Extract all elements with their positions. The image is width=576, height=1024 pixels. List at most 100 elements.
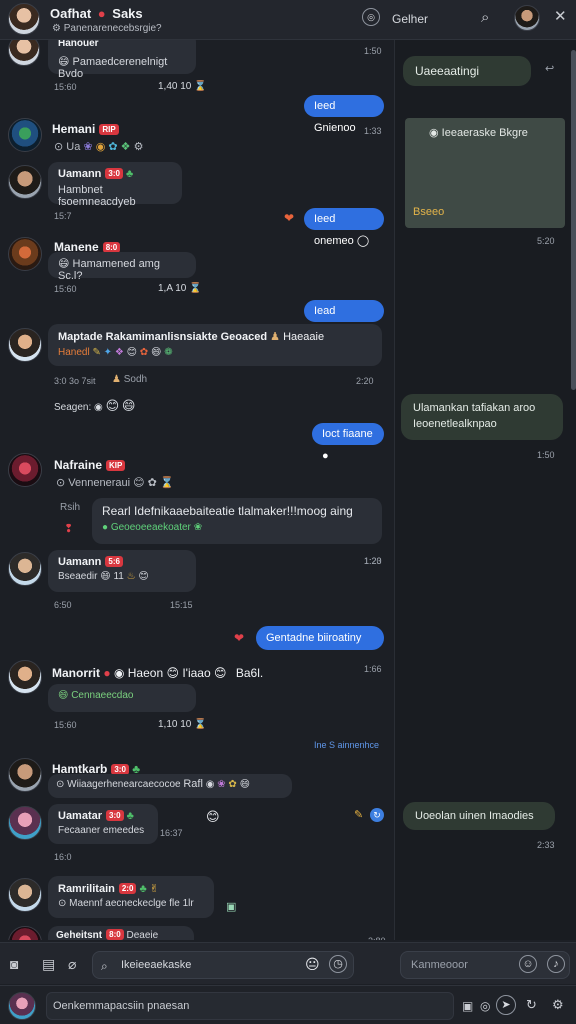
message-bubble[interactable]: Uamatar 3:0 ♣ Fecaaner emeedes [48, 804, 158, 844]
record-icon: ● [100, 666, 111, 680]
sender-name: Hemani RIP [52, 122, 119, 136]
send-icon[interactable]: ➤ [496, 995, 516, 1015]
emoji-count: 11 [113, 571, 124, 582]
record-icon: ● [97, 6, 106, 21]
message-content: Hambnet fsoemneacdyeb [58, 184, 136, 208]
timestamp-right: 2:20 [356, 376, 374, 386]
thread-bubble[interactable]: Ulamankan tafiakan aroo Ieoenetlealknpao [401, 394, 563, 440]
sender-name: Hanouer [58, 40, 99, 49]
heart-icon: ❤ [284, 211, 295, 225]
gif-icon[interactable]: ▣ [462, 998, 473, 1014]
emoji-icon: ❀ [83, 141, 93, 153]
refresh-icon[interactable]: ↻ [370, 808, 384, 822]
timestamp: 15:60 [54, 82, 77, 92]
read-count-text: 1,40 10 [158, 81, 192, 92]
outgoing-text: Ieed onemeo [314, 213, 354, 247]
message-bubble[interactable]: ⊙ Wiiaagerhenearcaecocoe Rafl ◉ ❀ ✿ 😄 [48, 774, 292, 798]
person-icon: ♟ [270, 331, 281, 343]
sender-extra: Haeaaie [283, 331, 325, 343]
avatar [8, 878, 42, 912]
thread-card[interactable]: ◉ Ieeaeraske Bkgre Bseeo [405, 118, 565, 228]
avatar [8, 453, 42, 487]
timestamp: 3:0 3o 7sit [54, 376, 96, 386]
scrollbar[interactable] [571, 50, 576, 390]
close-icon[interactable]: ✕ [554, 9, 567, 25]
attach-icon[interactable]: ⌀ [68, 956, 76, 972]
emoji-icon: ✿ [108, 141, 118, 153]
message-text: ⊙ Maennf aecneckeclge fle 1lr [58, 898, 194, 909]
timestamp: 16:0 [54, 852, 72, 862]
emoji-icon: ◉ [95, 141, 106, 153]
timestamp-mid-text: Sodh [123, 374, 148, 385]
bottom-input[interactable]: Oenkemmapacsiin pnaesan [46, 992, 454, 1020]
reactions-row[interactable]: Seagen: ◉ 😊 😄 [54, 398, 135, 414]
sender-name-text: Ramrilitain [58, 883, 115, 895]
media-icon[interactable]: ▤ [42, 956, 55, 972]
sender-name-text: Hemani [52, 122, 96, 136]
status-icon[interactable]: ◎ [362, 8, 380, 26]
message-extra: Rafl [183, 778, 203, 790]
hourglass-icon: ⌛ [194, 719, 207, 730]
emoji-icon: 😊 [214, 666, 227, 680]
mention-icon[interactable]: ↻ [526, 997, 537, 1013]
outgoing-bubble[interactable]: Ioct fiaane ● [312, 423, 384, 462]
emoji-icon: ✎ [92, 347, 101, 358]
thread-input[interactable]: Kanmeooor ☺ ♪ [400, 951, 570, 979]
message-bubble[interactable]: 😄 Hamamened amg Sc.l? [48, 252, 196, 282]
bubble-line-1: Ulamankan tafiakan aroo [413, 402, 536, 414]
profile-avatar[interactable] [8, 3, 40, 35]
message-bubble[interactable]: Uamann 5:6 Bseaedir 😄 11 ♨ 😊 [48, 550, 196, 592]
sender-name-text: Geheitsnt [56, 930, 103, 940]
outgoing-bubble[interactable]: Ieed Gnienoo [304, 95, 384, 134]
bottom-bar: Oenkemmapacsiin pnaesan ▣ ◎ ➤ ↻ ⚙ [0, 985, 576, 1024]
emoji-icon: 😄 [58, 56, 73, 68]
message-bubble[interactable]: Ramrilitain 2:0 ♣ ✌ ⊙ Maennf aecneckeclge… [48, 876, 214, 918]
top-bar: Oafhat ● Saks ⚙ Panenarenecebsrgie? ◎ Ge… [0, 0, 576, 40]
header-right-label[interactable]: Gelher [392, 12, 428, 26]
thread-input-placeholder: Kanmeooor [411, 959, 468, 971]
title-text: Oafhat [50, 6, 92, 21]
message-bubble[interactable]: Geheitsnt 8:0 Deaeie [48, 926, 194, 940]
emoji-icon: ⚙ [133, 141, 144, 153]
reply-sub-text: Geoeoeeaekoater [110, 522, 191, 533]
check-icon: ● [322, 450, 329, 462]
bubble-line-2: Ieoenetlealknpao [413, 418, 497, 430]
sender-name: Uamatar 3:0 ♣ [58, 810, 148, 822]
message-bubble[interactable]: Hanouer 😄 Pamaedcerenelnigt Bvdo [48, 40, 196, 80]
camera-icon[interactable]: ◙ [10, 956, 18, 972]
reply-bubble[interactable]: Rearl Idefnikaaebaiteatie tlalmaker!!!mo… [92, 498, 382, 544]
tree-icon: ♣ [126, 168, 134, 180]
user-avatar[interactable] [514, 5, 540, 31]
emoji-icon: ◉ [205, 779, 215, 790]
message-bubble[interactable]: 😄 Cennaeecdao [48, 684, 196, 712]
mic-icon[interactable]: ♪ [547, 955, 565, 973]
settings-small-icon: ⚙ [52, 23, 64, 34]
emoji-icon: 😊 [133, 477, 145, 489]
image-icon: ▣ [226, 901, 237, 913]
self-avatar[interactable] [8, 992, 36, 1020]
sender-name: Maptade Rakamimanlisnsiakte Geoaced ♟ Ha… [58, 330, 372, 343]
emoji-picker-icon[interactable]: 😐 [305, 957, 320, 971]
settings-icon[interactable]: ⚙ [552, 997, 564, 1013]
message-content: Haeon [127, 666, 164, 680]
outgoing-bubble[interactable]: Iead aoeeiadnk [304, 300, 384, 339]
timestamp: 15:60 [54, 720, 77, 730]
emoji-icon: 😄 [58, 258, 73, 270]
clock-icon[interactable]: ◷ [329, 955, 347, 973]
reply-arrow-icon[interactable]: ↩ [545, 64, 554, 75]
message-bubble[interactable]: Uamann 3:0 ♣ Hambnet fsoemneacdyeb [48, 162, 182, 208]
thread-bubble[interactable]: Uaeeaatingi [403, 56, 531, 86]
outgoing-bubble[interactable]: Ieed onemeo ◯ [304, 208, 384, 247]
message-bubble[interactable]: Maptade Rakamimanlisnsiakte Geoaced ♟ Ha… [48, 324, 382, 366]
timestamp-mid: 15:15 [170, 600, 193, 610]
sticker-icon[interactable]: ◎ [480, 998, 490, 1014]
smile-icon[interactable]: ☺ [519, 955, 537, 973]
message-input[interactable]: ⌕ Ikeieeaekaske 😐 ◷ [92, 951, 354, 979]
composer-bar: ◙ ▤ ⌀ ⌕ Ikeieeaekaske 😐 ◷ Kanmeooor ☺ ♪ [0, 942, 576, 984]
emoji-icon: 😊 [206, 809, 220, 824]
outgoing-bubble[interactable]: Gentadne biiroatiny [256, 626, 384, 650]
sender-badge: KIP [106, 460, 126, 471]
timestamp: 6:50 [54, 600, 72, 610]
search-icon[interactable]: ⌕ [481, 10, 489, 26]
thread-bubble[interactable]: Uoeolan uinen Imaodies [403, 802, 555, 830]
